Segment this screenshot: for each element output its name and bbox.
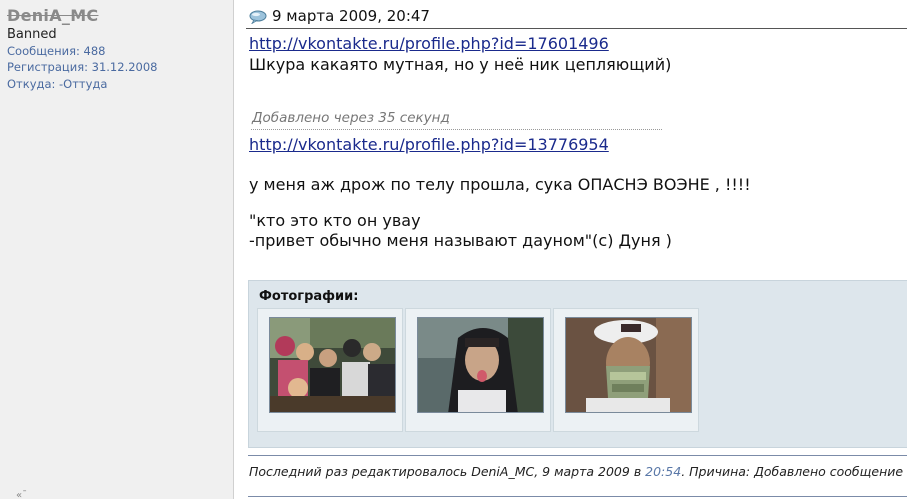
edit-time: 20:54 xyxy=(645,464,682,479)
post-date: 9 марта 2009, 20:47 xyxy=(272,7,430,25)
post-body: 9 марта 2009, 20:47 http://vkontakte.ru/… xyxy=(234,0,907,499)
photos-panel: Фотографии: xyxy=(248,280,907,448)
profile-link-2[interactable]: http://vkontakte.ru/profile.php?id=13776… xyxy=(249,135,609,154)
quote-line-1: "кто это кто он увау xyxy=(249,211,421,230)
post-header: 9 марта 2009, 20:47 xyxy=(249,6,430,26)
user-registration-date: Регистрация: 31.12.2008 xyxy=(7,60,158,74)
header-divider xyxy=(246,28,907,29)
user-sidebar: DeniA_MC Banned Сообщения: 488 Регистрац… xyxy=(0,0,234,501)
photo-cell-3 xyxy=(553,308,699,432)
photo-cell-1 xyxy=(257,308,403,432)
sidebar-bottom-marks: «¯ xyxy=(16,490,28,501)
photo-thumbnail-portrait[interactable] xyxy=(417,317,544,413)
photos-title: Фотографии: xyxy=(259,289,359,304)
edit-divider-bottom xyxy=(248,496,907,497)
post-line-2: у меня аж дрож по телу прошла, сука ОПАС… xyxy=(249,175,751,194)
user-rank: Banned xyxy=(7,27,57,42)
added-divider xyxy=(251,129,662,130)
photo-cell-2 xyxy=(405,308,551,432)
user-posts-count: Сообщения: 488 xyxy=(7,44,106,58)
added-note: Добавлено через 35 секунд xyxy=(252,110,450,126)
edit-note-suffix: . Причина: Добавлено сообщение xyxy=(681,464,904,479)
profile-link-1[interactable]: http://vkontakte.ru/profile.php?id=17601… xyxy=(249,34,609,53)
username[interactable]: DeniA_MC xyxy=(7,6,98,25)
quote-line-2: -привет обычно меня называют дауном"(с) … xyxy=(249,231,672,250)
speech-bubble-icon xyxy=(249,9,267,25)
post-line-1: Шкура какаято мутная, но у неё ник цепля… xyxy=(249,55,672,74)
user-location: Откуда: -Оттуда xyxy=(7,77,108,91)
edit-divider-top xyxy=(248,455,907,456)
edit-note: Последний раз редактировалось DeniA_MC, … xyxy=(249,464,903,479)
photo-thumbnail-masked[interactable] xyxy=(565,317,692,413)
edit-note-prefix: Последний раз редактировалось DeniA_MC, … xyxy=(249,464,646,479)
photo-thumbnail-group[interactable] xyxy=(269,317,396,413)
